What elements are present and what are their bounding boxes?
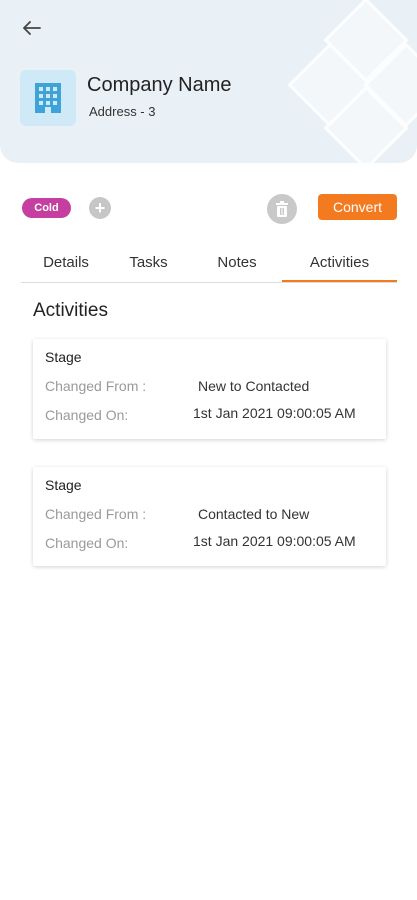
trash-icon — [276, 201, 288, 217]
add-button[interactable]: + — [89, 197, 111, 219]
activity-title: Stage — [45, 349, 82, 365]
tab-tasks[interactable]: Tasks — [111, 244, 186, 280]
header: Company Name Address - 3 — [0, 0, 417, 163]
section-title: Activities — [33, 300, 108, 321]
convert-button[interactable]: Convert — [318, 194, 397, 220]
back-button[interactable] — [18, 14, 46, 42]
tab-label: Notes — [217, 253, 257, 271]
changed-on-label: Changed On: — [45, 535, 129, 551]
tab-label: Activities — [309, 253, 370, 271]
tab-notes[interactable]: Notes — [191, 244, 283, 280]
changed-on-value: 1st Jan 2021 09:00:05 AM — [193, 533, 356, 549]
company-address: Address - 3 — [89, 104, 156, 119]
changed-from-value: Contacted to New — [198, 506, 310, 522]
activity-card: Stage Changed From : New to Contacted Ch… — [33, 339, 386, 439]
activity-card: Stage Changed From : Contacted to New Ch… — [33, 467, 386, 566]
tab-details[interactable]: Details — [21, 244, 111, 280]
arrow-left-icon — [23, 21, 41, 35]
status-badge[interactable]: Cold — [22, 198, 71, 218]
building-icon — [35, 83, 61, 113]
changed-from-label: Changed From : — [45, 378, 147, 394]
changed-on-label: Changed On: — [45, 407, 129, 423]
delete-button[interactable] — [267, 194, 297, 224]
plus-circle-icon: + — [94, 198, 106, 218]
changed-on-value: 1st Jan 2021 09:00:05 AM — [193, 405, 356, 421]
tab-bar: Details Tasks Notes Activities — [21, 244, 397, 283]
company-name: Company Name — [87, 74, 232, 96]
company-logo — [20, 70, 76, 126]
tab-activities[interactable]: Activities — [282, 244, 397, 282]
activity-title: Stage — [45, 477, 82, 493]
changed-from-value: New to Contacted — [198, 378, 310, 394]
tab-label: Tasks — [129, 253, 168, 271]
changed-from-label: Changed From : — [45, 506, 147, 522]
tab-label: Details — [43, 253, 89, 271]
